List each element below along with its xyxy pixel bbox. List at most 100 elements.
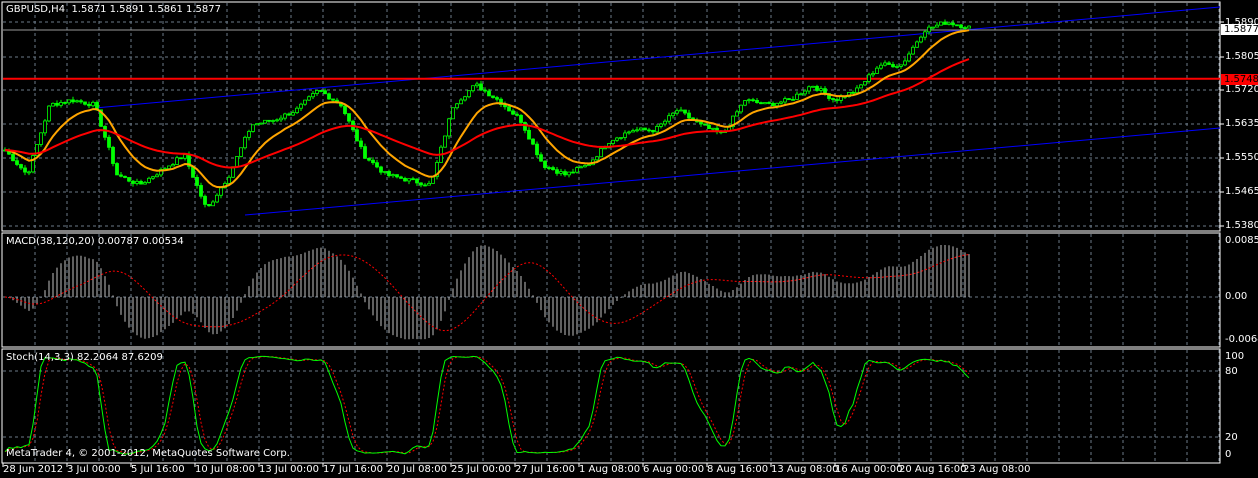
candle-body: [371, 159, 375, 164]
time-label: 20 Jul 08:00: [387, 464, 447, 475]
candle-body: [967, 25, 971, 29]
candle-body: [479, 83, 483, 91]
time-label: 3 Jul 00:00: [67, 464, 121, 475]
candle-body: [811, 85, 815, 88]
candle-body: [575, 167, 579, 173]
candle-body: [659, 123, 663, 127]
candle-body: [443, 135, 447, 148]
candle-body: [823, 88, 827, 94]
candle-body: [75, 100, 79, 103]
candle-body: [583, 165, 587, 168]
candle-body: [507, 106, 511, 112]
candle-body: [539, 154, 543, 162]
candle-body: [747, 99, 751, 102]
candle-body: [815, 85, 819, 91]
candle-body: [203, 195, 207, 205]
candle-body: [831, 98, 835, 100]
time-label: 20 Aug 16:00: [899, 464, 967, 475]
candle-body: [683, 109, 687, 114]
candle-body: [199, 185, 203, 197]
chart-header: GBPUSD,H4 1.5871 1.5891 1.5861 1.5877: [6, 4, 221, 15]
candle-body: [775, 102, 779, 107]
candle-body: [399, 176, 403, 179]
candle-body: [63, 102, 67, 104]
candle-body: [939, 21, 943, 26]
candle-body: [791, 98, 795, 101]
candle-body: [243, 136, 247, 149]
time-label: 13 Jul 00:00: [259, 464, 319, 475]
candle-body: [899, 64, 903, 67]
chart-canvas[interactable]: [0, 0, 1258, 478]
time-label: 8 Aug 16:00: [707, 464, 769, 475]
candle-body: [219, 187, 223, 196]
candle-body: [359, 140, 363, 147]
candle-body: [215, 194, 219, 203]
candle-body: [331, 98, 335, 101]
candle-body: [451, 107, 455, 120]
price-label: 1.5635: [1225, 118, 1258, 129]
candle-body: [347, 113, 351, 122]
candle-body: [139, 180, 143, 185]
candle-body: [895, 66, 899, 68]
candle-body: [307, 96, 311, 101]
candle-body: [955, 24, 959, 27]
candle-body: [467, 90, 471, 98]
candle-body: [239, 147, 243, 157]
candle-body: [315, 90, 319, 94]
time-label: 28 Jun 2012: [3, 464, 64, 475]
candle-body: [51, 102, 55, 107]
candle-body: [447, 118, 451, 137]
candle-body: [887, 62, 891, 65]
candle-body: [211, 201, 215, 207]
candle-body: [47, 105, 51, 122]
symbol-label: GBPUSD,H4: [6, 4, 66, 15]
candle-body: [367, 157, 371, 161]
candle-body: [355, 129, 359, 142]
candle-body: [779, 101, 783, 104]
candle-body: [487, 90, 491, 97]
candle-body: [227, 176, 231, 184]
candle-body: [751, 99, 755, 102]
candle-body: [871, 73, 875, 76]
time-label: 17 Jul 16:00: [323, 464, 383, 475]
candle-body: [103, 125, 107, 138]
candle-body: [23, 167, 27, 173]
candle-body: [411, 178, 415, 181]
time-label: 13 Aug 08:00: [771, 464, 839, 475]
macd-signal-line: [4, 254, 970, 332]
candle-body: [195, 176, 199, 186]
candle-body: [183, 154, 187, 159]
candle-body: [835, 99, 839, 101]
candle-body: [71, 99, 75, 103]
candle-body: [635, 129, 639, 132]
macd-axis-label: 0.00856: [1225, 235, 1258, 246]
candle-body: [91, 101, 95, 107]
candle-body: [135, 180, 139, 184]
candle-body: [519, 114, 523, 123]
candle-body: [927, 26, 931, 33]
candle-body: [319, 90, 323, 92]
time-label: 25 Jul 00:00: [451, 464, 511, 475]
slow-moving-average-line: [4, 58, 970, 169]
candle-body: [619, 137, 623, 139]
candle-body: [735, 111, 739, 117]
time-label: 1 Aug 08:00: [579, 464, 641, 475]
candle-body: [127, 177, 131, 182]
candle-body: [555, 169, 559, 174]
macd-axis-label: -0.00649: [1225, 334, 1258, 345]
candle-body: [247, 131, 251, 138]
candle-body: [799, 93, 803, 96]
candle-body: [27, 171, 31, 174]
candle-body: [167, 165, 171, 170]
candle-body: [491, 95, 495, 98]
time-label: 27 Jul 16:00: [515, 464, 575, 475]
candle-body: [771, 102, 775, 107]
candle-body: [423, 184, 427, 187]
candle-body: [875, 67, 879, 74]
candle-body: [271, 120, 275, 122]
candle-body: [123, 175, 127, 178]
candle-body: [807, 86, 811, 92]
candle-body: [923, 31, 927, 38]
candle-body: [759, 102, 763, 105]
candle-body: [959, 24, 963, 28]
